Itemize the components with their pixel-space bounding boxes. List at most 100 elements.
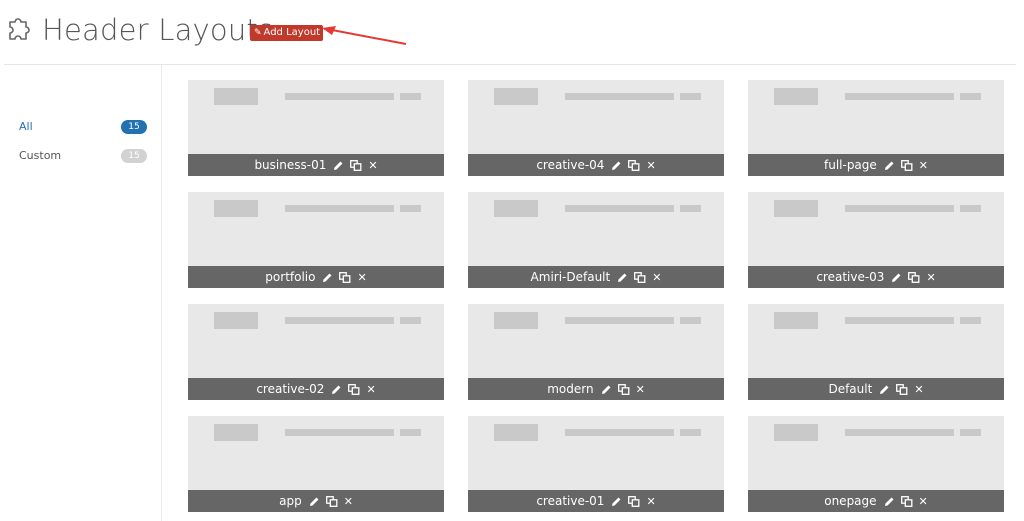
copy-icon[interactable] xyxy=(350,159,362,171)
pencil-icon[interactable] xyxy=(331,384,342,395)
close-icon[interactable]: ✕ xyxy=(652,271,661,284)
close-icon[interactable]: ✕ xyxy=(646,495,655,508)
preview-logo-placeholder xyxy=(494,200,538,217)
filter-sidebar: All 15 Custom 15 xyxy=(0,65,162,521)
layout-name: business-01 xyxy=(254,158,327,172)
preview-logo-placeholder xyxy=(494,424,538,441)
preview-nav-placeholder xyxy=(845,429,954,436)
layout-card[interactable]: onepage ✕ xyxy=(748,416,1004,512)
preview-nav-placeholder xyxy=(565,205,674,212)
copy-icon[interactable] xyxy=(908,271,920,283)
layout-card[interactable]: creative-01 ✕ xyxy=(468,416,724,512)
close-icon[interactable]: ✕ xyxy=(926,271,935,284)
layout-toolbar: creative-01 ✕ xyxy=(468,490,724,512)
layout-toolbar: creative-02 ✕ xyxy=(188,378,444,400)
layout-card[interactable]: creative-02 ✕ xyxy=(188,304,444,400)
close-icon[interactable]: ✕ xyxy=(344,495,353,508)
preview-logo-placeholder xyxy=(214,312,258,329)
filter-all[interactable]: All 15 xyxy=(19,119,147,135)
pencil-icon[interactable] xyxy=(611,496,622,507)
add-layout-label: Add Layout xyxy=(263,27,321,38)
close-icon[interactable]: ✕ xyxy=(646,159,655,172)
layout-card[interactable]: Default ✕ xyxy=(748,304,1004,400)
filter-custom[interactable]: Custom 15 xyxy=(19,148,147,164)
preview-nav-placeholder xyxy=(845,317,954,324)
preview-nav-placeholder xyxy=(845,93,954,100)
close-icon[interactable]: ✕ xyxy=(636,383,645,396)
close-icon[interactable]: ✕ xyxy=(919,495,928,508)
preview-button-placeholder xyxy=(680,93,701,100)
filter-label: Custom xyxy=(19,149,62,162)
preview-nav-placeholder xyxy=(565,93,674,100)
copy-icon[interactable] xyxy=(900,495,913,507)
pencil-icon[interactable] xyxy=(333,160,344,171)
pencil-icon[interactable] xyxy=(884,496,895,507)
layout-toolbar: onepage ✕ xyxy=(748,490,1004,512)
copy-icon[interactable] xyxy=(634,271,646,283)
pencil-icon[interactable] xyxy=(617,272,628,283)
pencil-icon[interactable] xyxy=(879,384,890,395)
close-icon[interactable]: ✕ xyxy=(366,383,375,396)
layout-name: onepage xyxy=(824,494,877,508)
layout-name: full-page xyxy=(823,158,877,172)
preview-logo-placeholder xyxy=(494,88,538,105)
layout-card[interactable]: portfolio ✕ xyxy=(188,192,444,288)
page-title: Header Layouts xyxy=(42,13,274,47)
header-layouts-page: Header Layouts ✎ Add Layout All 15 Custom… xyxy=(0,0,1024,521)
layout-toolbar: Default ✕ xyxy=(748,378,1004,400)
pencil-icon[interactable] xyxy=(891,272,902,283)
close-icon[interactable]: ✕ xyxy=(919,159,928,172)
layout-card[interactable]: full-page ✕ xyxy=(748,80,1004,176)
count-badge: 15 xyxy=(121,149,147,163)
layout-name: creative-03 xyxy=(816,270,885,284)
layout-toolbar: portfolio ✕ xyxy=(188,266,444,288)
add-layout-button[interactable]: ✎ Add Layout xyxy=(250,25,323,41)
preview-nav-placeholder xyxy=(285,429,394,436)
preview-logo-placeholder xyxy=(774,200,818,217)
close-icon[interactable]: ✕ xyxy=(357,271,366,284)
pencil-icon[interactable] xyxy=(884,160,895,171)
layout-card[interactable]: business-01 ✕ xyxy=(188,80,444,176)
pencil-icon[interactable] xyxy=(309,496,320,507)
page-header: Header Layouts ✎ Add Layout xyxy=(0,0,1024,64)
preview-button-placeholder xyxy=(960,93,981,100)
copy-icon[interactable] xyxy=(617,383,630,395)
copy-icon[interactable] xyxy=(628,495,640,507)
layout-card[interactable]: creative-04 ✕ xyxy=(468,80,724,176)
layout-card[interactable]: modern ✕ xyxy=(468,304,724,400)
preview-button-placeholder xyxy=(680,317,701,324)
pencil-icon[interactable] xyxy=(601,384,612,395)
pencil-icon[interactable] xyxy=(322,272,333,283)
preview-logo-placeholder xyxy=(494,312,538,329)
preview-nav-placeholder xyxy=(845,205,954,212)
close-icon[interactable]: ✕ xyxy=(914,383,923,396)
preview-logo-placeholder xyxy=(774,424,818,441)
preview-button-placeholder xyxy=(400,429,421,436)
preview-nav-placeholder xyxy=(285,93,394,100)
layout-toolbar: Amiri-Default ✕ xyxy=(468,266,724,288)
pencil-icon[interactable] xyxy=(611,160,622,171)
preview-button-placeholder xyxy=(680,429,701,436)
copy-icon[interactable] xyxy=(896,383,908,395)
copy-icon[interactable] xyxy=(348,383,360,395)
layout-card[interactable]: creative-03 ✕ xyxy=(748,192,1004,288)
copy-icon[interactable] xyxy=(339,271,351,283)
layout-toolbar: creative-03 ✕ xyxy=(748,266,1004,288)
preview-button-placeholder xyxy=(400,205,421,212)
preview-nav-placeholder xyxy=(285,317,394,324)
layout-card[interactable]: app ✕ xyxy=(188,416,444,512)
copy-icon[interactable] xyxy=(628,159,640,171)
preview-nav-placeholder xyxy=(285,205,394,212)
layout-name: Amiri-Default xyxy=(530,270,611,284)
preview-logo-placeholder xyxy=(774,312,818,329)
layout-toolbar: business-01 ✕ xyxy=(188,154,444,176)
count-badge: 15 xyxy=(121,120,147,134)
copy-icon[interactable] xyxy=(325,495,338,507)
close-icon[interactable]: ✕ xyxy=(368,159,377,172)
layout-toolbar: modern ✕ xyxy=(468,378,724,400)
copy-icon[interactable] xyxy=(900,159,913,171)
layout-name: portfolio xyxy=(265,270,316,284)
preview-button-placeholder xyxy=(960,205,981,212)
layout-card[interactable]: Amiri-Default ✕ xyxy=(468,192,724,288)
preview-button-placeholder xyxy=(960,429,981,436)
